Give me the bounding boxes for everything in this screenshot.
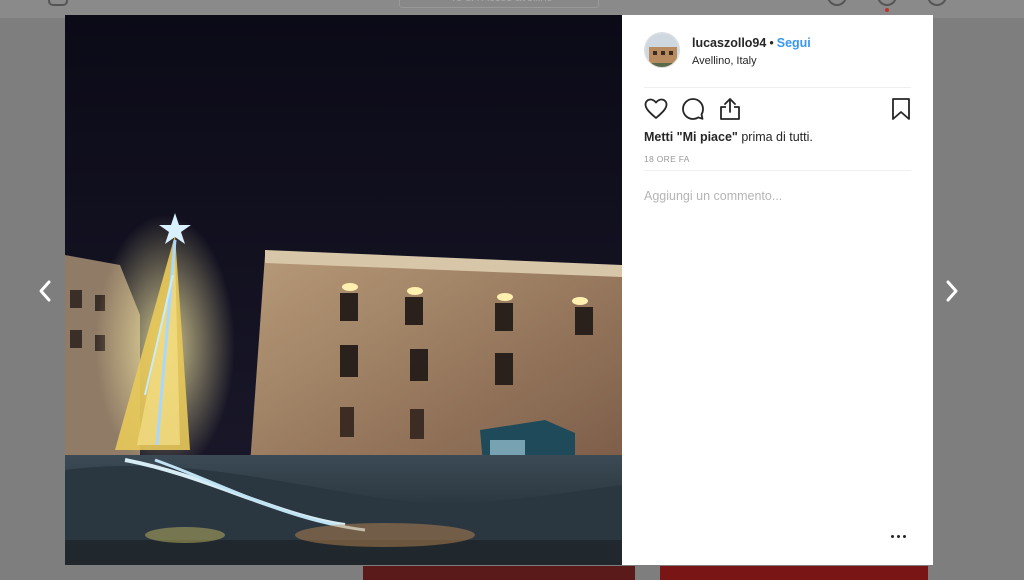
likes-suffix: prima di tutti. bbox=[741, 130, 813, 144]
location-link[interactable]: Avellino, Italy bbox=[692, 55, 757, 67]
more-options-icon bbox=[903, 534, 906, 538]
header-user-line: lucaszollo94 • Segui bbox=[692, 36, 811, 50]
bookmark-icon bbox=[892, 98, 910, 120]
notification-dot bbox=[885, 8, 889, 12]
save-button[interactable] bbox=[889, 97, 913, 121]
background-search-input: ◦ ro di i Aosse avellino bbox=[399, 0, 599, 8]
avatar-image bbox=[645, 33, 679, 67]
likes-summary: Metti "Mi piace" prima di tutti. bbox=[644, 130, 813, 144]
share-button[interactable] bbox=[718, 97, 742, 121]
share-icon bbox=[720, 98, 740, 120]
post-modal: lucaszollo94 • Segui Avellino, Italy Met… bbox=[65, 15, 933, 565]
comment-button[interactable] bbox=[681, 97, 705, 121]
divider bbox=[644, 170, 911, 171]
more-options-icon bbox=[897, 534, 900, 538]
header-separator: • bbox=[769, 36, 774, 50]
instagram-logo-icon bbox=[48, 0, 68, 6]
chevron-left-icon bbox=[39, 280, 51, 302]
post-header: lucaszollo94 • Segui Avellino, Italy bbox=[644, 32, 911, 88]
post-sidebar: lucaszollo94 • Segui Avellino, Italy Met… bbox=[622, 15, 933, 565]
likes-prefix: Metti bbox=[644, 130, 674, 144]
follow-button[interactable]: Segui bbox=[777, 36, 811, 50]
like-button[interactable] bbox=[644, 97, 668, 121]
previous-post-button[interactable] bbox=[34, 278, 58, 304]
chevron-right-icon bbox=[946, 280, 958, 302]
night-street-christmas-tree-photo bbox=[65, 15, 622, 565]
comment-input[interactable] bbox=[644, 187, 911, 205]
heart-icon bbox=[644, 98, 668, 119]
next-post-button[interactable] bbox=[940, 278, 964, 304]
background-thumbnail bbox=[660, 566, 928, 580]
comment-icon bbox=[682, 98, 704, 120]
post-actions bbox=[644, 97, 911, 123]
post-photo[interactable] bbox=[65, 15, 622, 565]
more-options-icon bbox=[891, 534, 894, 538]
more-options-button[interactable] bbox=[891, 530, 911, 542]
avatar[interactable] bbox=[644, 32, 680, 68]
likes-highlight[interactable]: "Mi piace" bbox=[677, 130, 738, 144]
post-timestamp[interactable]: 18 ORE FA bbox=[644, 154, 690, 164]
background-thumbnail bbox=[363, 566, 635, 580]
username-link[interactable]: lucaszollo94 bbox=[692, 36, 766, 50]
